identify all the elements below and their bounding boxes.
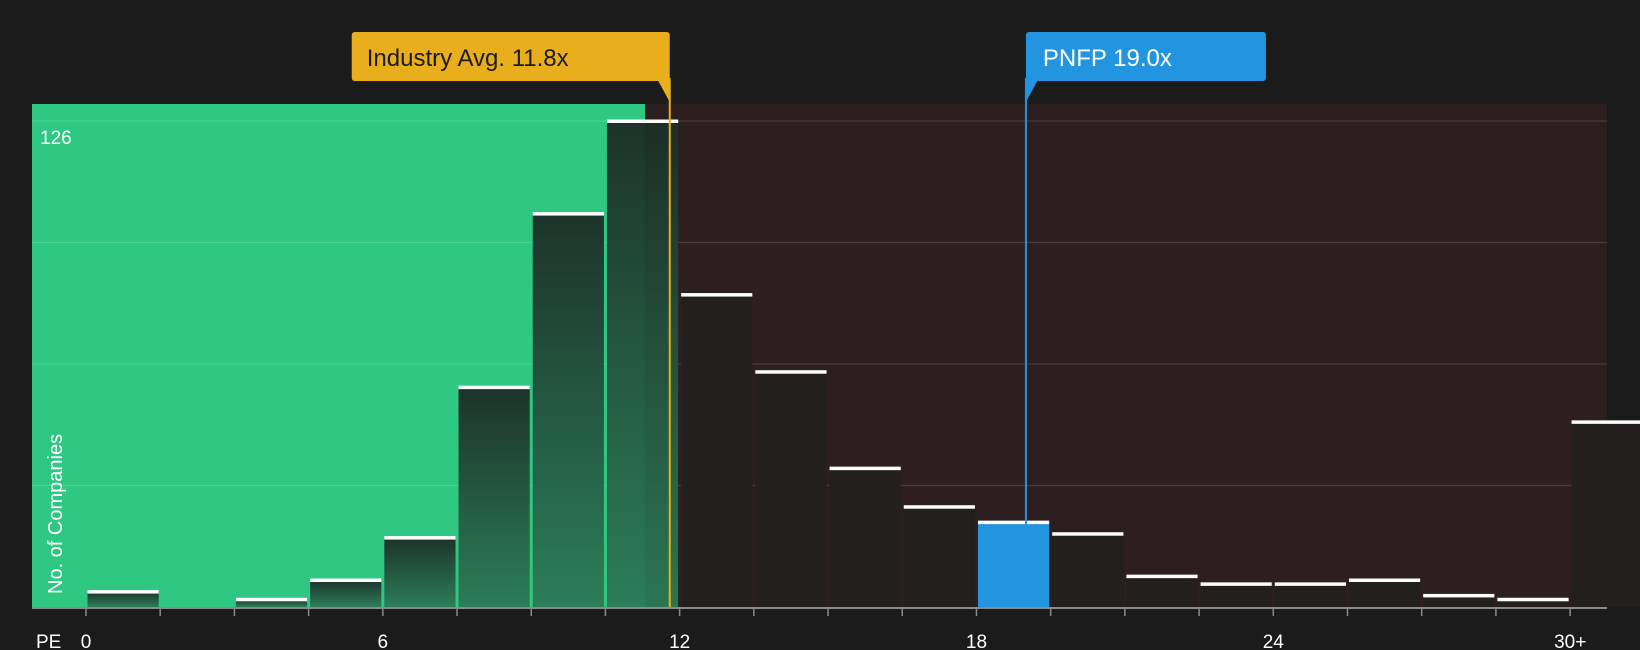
bar-cap-12 — [903, 505, 975, 509]
x-tick-label: 0 — [81, 632, 92, 650]
histogram-bar-17 — [1274, 583, 1346, 607]
bar-cap-3 — [235, 597, 308, 602]
bar-cap-19 — [1423, 593, 1495, 598]
histogram-bar-1 — [87, 591, 159, 607]
bar-cap-5 — [384, 536, 456, 540]
bar-cap-17 — [1274, 582, 1346, 586]
bar-cap-4 — [310, 578, 382, 582]
bar-cap-6 — [458, 385, 530, 390]
x-axis: 0 6 12 18 24 30+ — [32, 607, 1607, 650]
histogram-bar-9 — [681, 294, 753, 607]
histogram-bar-14 — [1052, 533, 1124, 607]
bar-cap-1 — [87, 590, 159, 594]
bar-cap-21 — [1571, 420, 1640, 424]
histogram-bar-7 — [532, 213, 604, 608]
bar-cap-14 — [1052, 532, 1124, 536]
histogram-bar-12 — [903, 506, 975, 607]
bar-cap-18 — [1348, 578, 1421, 582]
x-tick-label: 18 — [966, 632, 987, 650]
callouts: Industry Avg. 11.8x PNFP 19.0x — [351, 32, 1266, 102]
x-tick-label: 12 — [669, 632, 690, 650]
histogram-bar-8 — [606, 121, 679, 607]
x-tick-label: 24 — [1263, 632, 1285, 650]
bar-cap-20 — [1497, 597, 1569, 602]
x-tick-label: 6 — [378, 632, 389, 650]
bar-cap-8 — [606, 119, 679, 123]
histogram-bar-15 — [1126, 576, 1198, 607]
bar-cap-7 — [532, 212, 604, 216]
histogram-bar-16 — [1200, 583, 1272, 607]
bar-cap-13 — [977, 520, 1050, 525]
bar-cap-10 — [755, 370, 827, 374]
histogram-bar-4 — [310, 580, 382, 607]
histogram-bar-13 — [977, 522, 1050, 607]
company-callout-pointer — [1025, 80, 1038, 102]
x-axis-title: PE — [36, 632, 61, 650]
industry-avg-callout-pointer — [657, 80, 670, 102]
company-callout-label: PNFP 19.0x — [1043, 45, 1172, 72]
pe-distribution-chart: 0 6 12 18 24 30+ 126 No. of Companies PE Indu… — [32, 32, 1640, 650]
bar-cap-16 — [1200, 582, 1272, 586]
bar-cap-15 — [1126, 574, 1198, 579]
y-max-label: 126 — [40, 128, 72, 149]
histogram-bar-11 — [829, 468, 901, 607]
histogram-bar-6 — [458, 387, 530, 607]
industry-avg-callout-label: Industry Avg. 11.8x — [367, 45, 569, 72]
histogram-bar-21 — [1571, 421, 1640, 607]
bar-cap-9 — [681, 293, 753, 297]
x-tick-label: 30+ — [1554, 632, 1586, 650]
bar-cap-11 — [829, 466, 901, 471]
histogram-bar-18 — [1348, 580, 1421, 607]
histogram-bar-5 — [384, 537, 456, 607]
y-axis-title: No. of Companies — [45, 434, 67, 594]
histogram-bar-10 — [755, 371, 827, 607]
